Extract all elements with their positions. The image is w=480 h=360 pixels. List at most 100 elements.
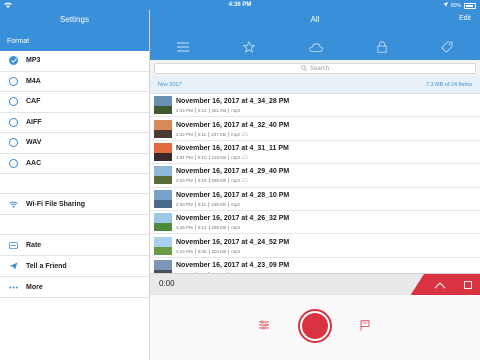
- recording-row[interactable]: November 16, 2017 at 4_32_40 PM 4:32 PM …: [150, 117, 480, 141]
- recording-info: November 16, 2017 at 4_24_52 PM 4:24 PM …: [176, 238, 289, 254]
- record-controls: [150, 295, 480, 360]
- recording-duration: 0:09: [197, 248, 207, 254]
- tell-a-friend-item[interactable]: Tell a Friend: [0, 256, 149, 277]
- format-option-caf[interactable]: CAF: [0, 92, 149, 113]
- recordings-list: November 16, 2017 at 4_34_28 PM 4:34 PM …: [150, 94, 480, 282]
- recording-thumbnail: [154, 189, 172, 208]
- edit-button[interactable]: Edit: [459, 15, 471, 22]
- recording-size: 295 KB: [211, 178, 227, 184]
- lock-icon[interactable]: [377, 41, 387, 53]
- recording-size: 237 KB: [211, 131, 226, 137]
- battery-icon: [464, 2, 476, 9]
- recording-info: November 16, 2017 at 4_31_11 PM 4:31 PM …: [176, 144, 289, 160]
- recording-row[interactable]: November 16, 2017 at 4_24_52 PM 4:24 PM …: [150, 234, 480, 258]
- search-icon: [301, 64, 307, 73]
- format-option-mp3[interactable]: MP3: [0, 51, 149, 72]
- record-dot: [302, 313, 328, 339]
- more-item[interactable]: More: [0, 277, 149, 298]
- recording-row[interactable]: November 16, 2017 at 4_29_40 PM 4:29 PM …: [150, 164, 480, 188]
- search-placeholder: Search: [309, 65, 329, 72]
- star-icon[interactable]: [243, 41, 255, 53]
- recording-format: mp3: [231, 154, 241, 160]
- recording-name: November 16, 2017 at 4_26_32 PM: [176, 215, 290, 223]
- format-option-m4a[interactable]: M4A: [0, 72, 149, 92]
- flag-icon[interactable]: [360, 320, 370, 331]
- month-header: Nov 2017 7.3 MB of 24 Items: [150, 76, 480, 94]
- recording-time: 4:26 PM: [176, 225, 193, 231]
- rate-icon: [9, 241, 18, 249]
- radio-icon: [9, 76, 18, 86]
- format-label: CAF: [26, 98, 41, 106]
- equalizer-icon[interactable]: [258, 320, 270, 330]
- recording-meta: 4:31 PM 0:10 218 KB mp3: [176, 154, 289, 160]
- recording-duration: 0:12: [197, 108, 207, 114]
- list-icon[interactable]: [177, 42, 189, 52]
- format-option-aac[interactable]: AAC: [0, 154, 149, 174]
- recording-name: November 16, 2017 at 4_24_52 PM: [176, 238, 290, 246]
- recording-row[interactable]: November 16, 2017 at 4_26_32 PM 4:26 PM …: [150, 211, 480, 235]
- recording-format: mp3: [230, 201, 240, 207]
- search-input[interactable]: Search: [154, 63, 476, 74]
- format-label: M4A: [26, 77, 41, 85]
- recording-format: mp3: [231, 225, 241, 231]
- recording-info: November 16, 2017 at 4_32_40 PM 4:32 PM …: [176, 121, 289, 137]
- recording-row[interactable]: November 16, 2017 at 4_28_10 PM 4:28 PM …: [150, 188, 480, 211]
- wifi-file-sharing-item[interactable]: Wi-Fi File Sharing: [0, 194, 149, 215]
- playback-time: 0:00: [159, 279, 175, 288]
- more-icon: [9, 286, 18, 289]
- battery-percent: 80%: [450, 2, 461, 9]
- format-label: AAC: [26, 159, 42, 167]
- filter-toolbar: [150, 34, 480, 60]
- recording-duration: 0:15: [197, 178, 207, 184]
- recording-thumbnail: [154, 236, 172, 255]
- nav-bar: All Edit: [150, 10, 480, 34]
- status-right: 80%: [442, 2, 476, 9]
- recording-format: mp3: [231, 178, 241, 184]
- recording-time: 4:28 PM: [176, 201, 193, 207]
- radio-icon: [9, 97, 18, 107]
- radio-icon: [9, 158, 18, 168]
- sidebar-title: Settings: [0, 10, 149, 34]
- search-bar: Search: [150, 60, 480, 76]
- recording-time: 4:31 PM: [176, 154, 193, 160]
- tell-a-friend-label: Tell a Friend: [26, 262, 67, 270]
- recording-name: November 16, 2017 at 4_23_09 PM: [176, 261, 290, 269]
- recording-name: November 16, 2017 at 4_28_10 PM: [176, 191, 290, 199]
- checkmark-icon: [9, 56, 18, 66]
- recording-meta: 4:28 PM 0:11 245 KB mp3: [176, 201, 289, 207]
- recording-meta: 4:32 PM 0:11 237 KB mp3: [176, 131, 289, 137]
- recording-row[interactable]: November 16, 2017 at 4_34_28 PM 4:34 PM …: [150, 94, 480, 118]
- spacer: [0, 215, 149, 235]
- recording-duration: 0:12: [197, 225, 207, 231]
- recording-duration: 0:10: [197, 154, 207, 160]
- cloud-icon[interactable]: [309, 42, 323, 52]
- recording-row[interactable]: November 16, 2017 at 4_31_11 PM 4:31 PM …: [150, 141, 480, 165]
- format-label: AIFF: [26, 118, 42, 126]
- recording-thumbnail: [154, 166, 172, 185]
- cloud-sync-icon: [241, 131, 248, 137]
- cloud-sync-icon: [242, 178, 248, 183]
- stop-icon[interactable]: [464, 281, 472, 289]
- recording-duration: 0:11: [197, 201, 207, 207]
- month-label: Nov 2017: [158, 81, 182, 88]
- format-option-aiff[interactable]: AIFF: [0, 113, 149, 133]
- status-bar: 4:36 PM 80%: [0, 0, 480, 10]
- format-label: MP3: [26, 57, 41, 65]
- recording-size: 251 KB: [211, 108, 227, 114]
- radio-icon: [9, 117, 18, 127]
- rate-item[interactable]: Rate: [0, 235, 149, 256]
- record-button[interactable]: [298, 309, 332, 343]
- recording-info: November 16, 2017 at 4_28_10 PM 4:28 PM …: [176, 191, 289, 207]
- status-time: 4:36 PM: [228, 2, 252, 8]
- recording-thumbnail: [154, 213, 172, 232]
- page-title: All: [310, 15, 320, 24]
- send-icon: [9, 262, 18, 270]
- recording-duration: 0:11: [197, 131, 207, 137]
- recording-meta: 4:29 PM 0:15 295 KB mp3: [176, 178, 289, 184]
- format-option-wav[interactable]: WAV: [0, 133, 149, 154]
- tag-icon[interactable]: [441, 41, 453, 53]
- recording-info: November 16, 2017 at 4_34_28 PM 4:34 PM …: [176, 97, 289, 114]
- settings-sidebar: Settings Format MP3 M4A CAF AIFF WAV AAC…: [0, 10, 150, 360]
- recording-time: 4:24 PM: [176, 248, 193, 254]
- chevron-up-icon[interactable]: [434, 281, 446, 289]
